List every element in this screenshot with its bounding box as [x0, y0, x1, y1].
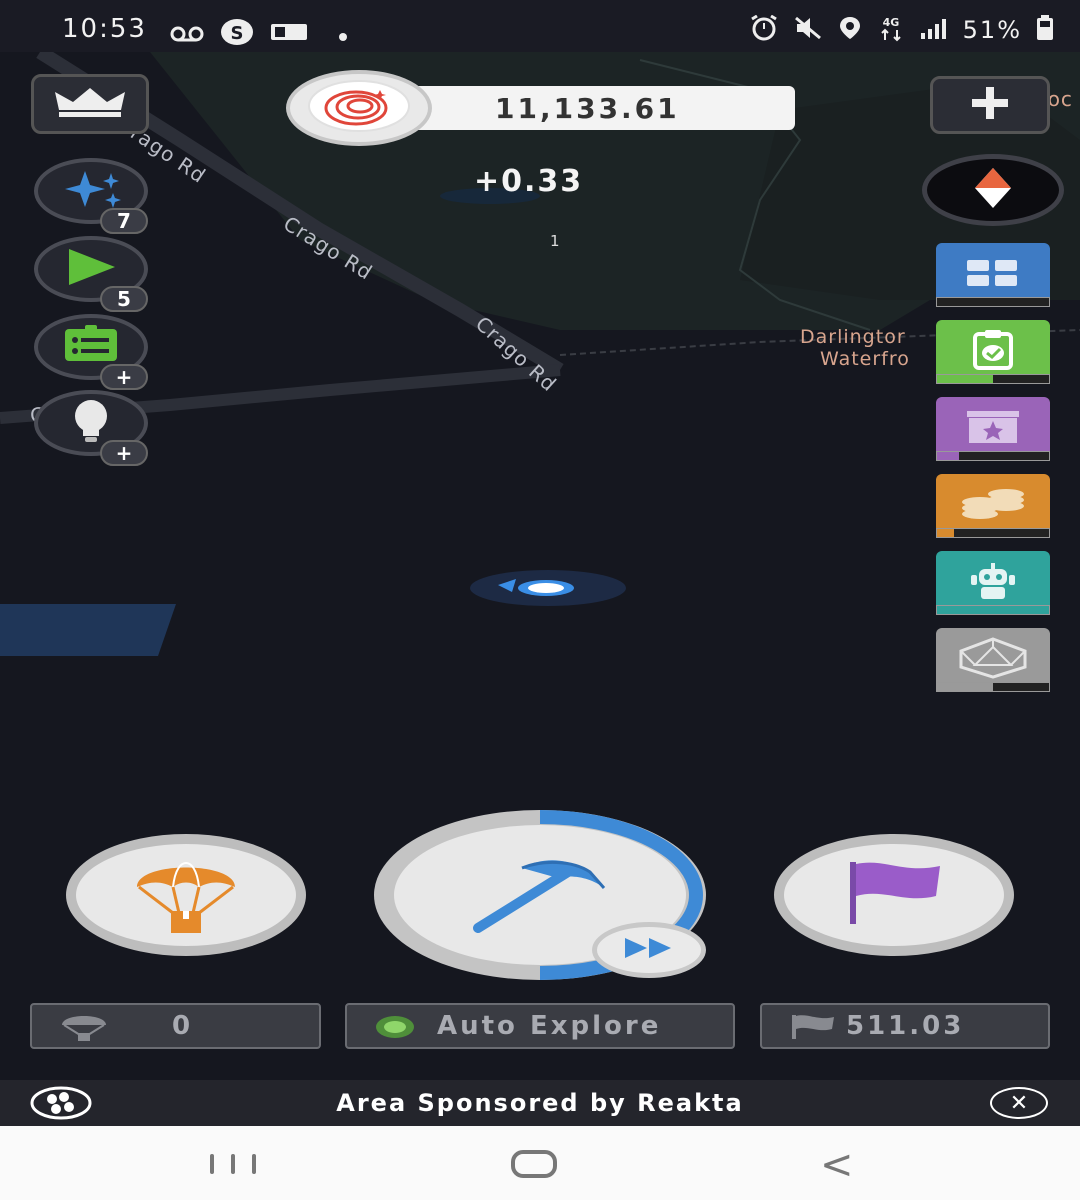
home-button[interactable]	[511, 1150, 557, 1178]
tasks-button[interactable]: +	[34, 314, 148, 390]
card-icon	[270, 22, 308, 47]
tile-collection-progress-fill	[937, 452, 960, 460]
airdrop-count: 0	[172, 1011, 194, 1041]
coin-medal[interactable]	[286, 70, 432, 146]
leaderboard-button[interactable]	[31, 74, 149, 134]
recent-apps-button[interactable]	[210, 1154, 256, 1174]
tile-coins-progress-fill	[937, 529, 954, 537]
small-counter: 1	[550, 232, 560, 250]
tile-collection-progress	[936, 451, 1050, 461]
flag-value: 511.03	[846, 1011, 965, 1041]
s-icon: S	[220, 18, 254, 51]
balance-delta: +0.33	[474, 164, 584, 199]
videos-button[interactable]: 5	[34, 236, 148, 312]
balance-value: 11,133.61	[495, 92, 680, 125]
back-button[interactable]: <	[820, 1142, 854, 1188]
sponsor-bar[interactable]: Area Sponsored by Reakta ✕	[0, 1080, 1080, 1126]
tasks-badge: +	[100, 364, 148, 390]
parachute-small-icon	[60, 1013, 108, 1045]
mute-icon	[793, 15, 823, 45]
battery-icon	[1036, 15, 1054, 45]
flag-info-bar[interactable]: 511.03	[760, 1003, 1050, 1049]
fast-forward-button[interactable]	[592, 922, 706, 978]
coins-icon	[958, 484, 1028, 528]
balance-bar[interactable]: 11,133.61	[395, 86, 795, 130]
network-label: 4G	[882, 16, 899, 29]
close-icon[interactable]: ✕	[990, 1087, 1048, 1119]
tile-coins-progress	[936, 528, 1050, 538]
voicemail-icon	[170, 23, 204, 47]
auto-explore-label: Auto Explore	[437, 1011, 662, 1041]
flag-icon	[844, 860, 944, 930]
boosts-button[interactable]: 7	[34, 158, 148, 234]
status-dot-icon	[375, 1015, 415, 1043]
airdrop-button[interactable]	[66, 834, 306, 956]
svg-text:S: S	[231, 23, 244, 44]
tile-checklist-progress-fill	[937, 375, 993, 383]
flag-button[interactable]	[774, 834, 1014, 956]
robot-icon	[965, 561, 1021, 605]
tile-checklist-progress	[936, 374, 1050, 384]
coin-icon	[304, 78, 414, 138]
4g-icon: 4G	[877, 14, 905, 46]
dot-icon	[338, 23, 348, 47]
alarm-icon	[749, 14, 779, 45]
sponsor-text: Area Sponsored by Reakta	[336, 1089, 744, 1117]
flag-small-icon	[790, 1013, 836, 1045]
plus-icon	[960, 85, 1020, 125]
star-box-icon	[963, 409, 1023, 449]
ideas-button[interactable]: +	[34, 390, 148, 466]
compass-icon	[973, 166, 1013, 214]
poi-label-line1: Darlingtor	[800, 326, 906, 348]
compass-button[interactable]	[922, 154, 1064, 226]
checklist-icon	[61, 325, 121, 369]
tile-grid-progress	[936, 297, 1050, 307]
ideas-badge: +	[100, 440, 148, 466]
tile-dice-progress-fill	[937, 683, 993, 691]
battery-percent: 51%	[962, 16, 1022, 44]
crown-icon	[53, 86, 127, 122]
airdrop-info-bar[interactable]: 0	[30, 1003, 321, 1049]
add-button[interactable]	[930, 76, 1050, 134]
videos-count: 5	[100, 286, 148, 312]
grid-icon	[965, 258, 1021, 292]
parachute-icon	[131, 851, 241, 939]
boosts-count: 7	[100, 208, 148, 234]
poi-label: Darlingtor Waterfro	[800, 326, 910, 370]
signal-icon	[919, 17, 949, 43]
tile-robot-progress	[936, 605, 1050, 615]
d20-icon	[957, 637, 1029, 683]
play-icon	[61, 247, 121, 291]
tile-dice-progress	[936, 682, 1050, 692]
location-icon	[837, 15, 863, 45]
auto-explore-bar[interactable]: Auto Explore	[345, 1003, 735, 1049]
tile-robot-progress-fill	[937, 606, 1049, 614]
status-bar: 10:53 S 4G 51%	[0, 0, 1080, 52]
fast-forward-icon	[623, 936, 675, 964]
status-time: 10:53	[62, 14, 147, 44]
system-nav-bar: <	[0, 1126, 1080, 1200]
clipboard-check-icon	[965, 330, 1021, 374]
poi-label-line2: Waterfro	[820, 348, 910, 370]
